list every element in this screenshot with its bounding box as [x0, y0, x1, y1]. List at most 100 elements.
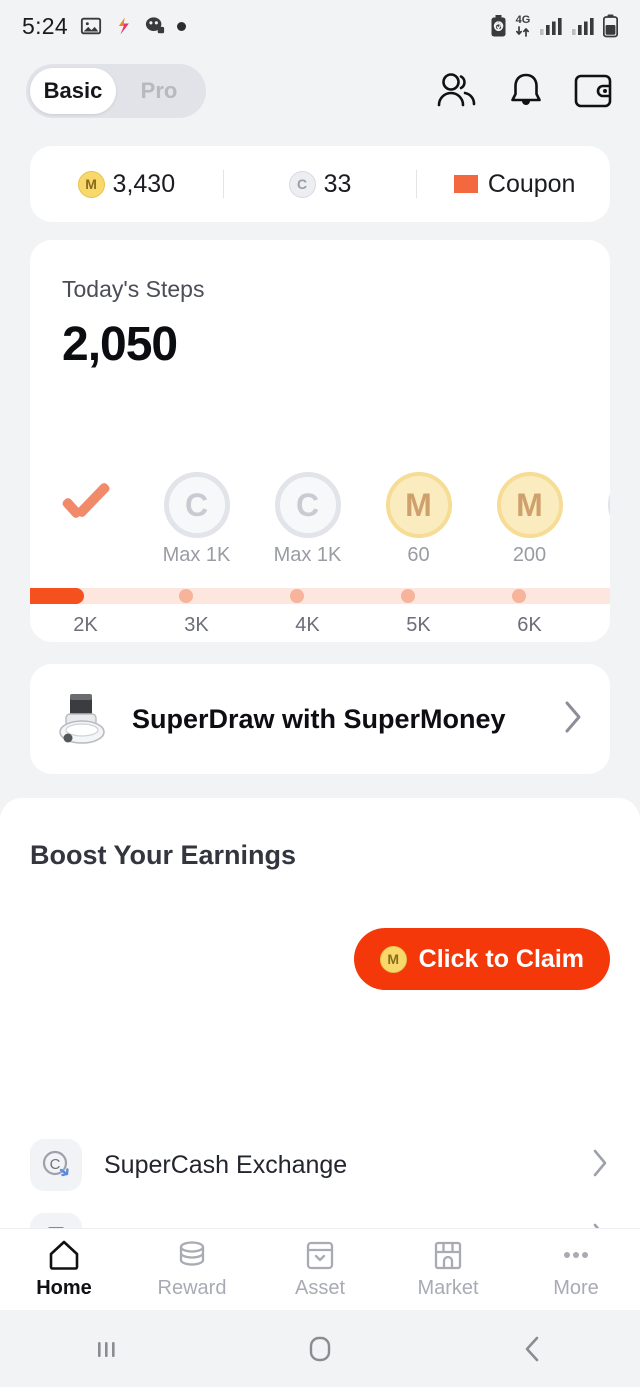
milestone-icon-2: C — [274, 468, 341, 542]
supercash-exchange-icon: C — [30, 1139, 82, 1191]
data-arrows-icon — [515, 26, 530, 37]
status-bar-left-icons — [80, 15, 186, 37]
image-icon — [80, 17, 102, 35]
nav-item-home[interactable]: Home — [0, 1239, 128, 1300]
status-bar: 5:24 4G — [0, 0, 640, 52]
progress-dot-3k — [179, 589, 193, 603]
superdraw-card[interactable]: SuperDraw with SuperMoney — [30, 664, 610, 774]
milestone-item-1[interactable]: C Max 1K — [141, 468, 252, 578]
coins-icon — [179, 1241, 205, 1266]
signal-icon-2 — [572, 18, 594, 35]
arrow-share-icon — [118, 17, 129, 35]
tick-label-4: 6K — [517, 614, 542, 636]
nav-label-market: Market — [417, 1277, 479, 1299]
balance-value-supermoney: 3,430 — [112, 169, 176, 198]
bell-icon[interactable] — [508, 71, 544, 111]
battery-saver-icon — [491, 15, 506, 37]
tick-label-2: 4K — [295, 614, 320, 636]
market-icon — [434, 1241, 462, 1270]
coin-m-gold-icon: M — [496, 472, 563, 538]
status-bar-time: 5:24 — [22, 12, 68, 39]
coin-c-locked-icon: C — [274, 472, 341, 538]
nav-label-home: Home — [36, 1277, 92, 1299]
milestone-icon-5 — [607, 468, 610, 542]
progress-track[interactable] — [30, 588, 610, 604]
home-icon — [49, 1240, 79, 1270]
mode-toggle[interactable]: Basic Pro — [26, 64, 206, 118]
milestone-label-2: Max 1K — [273, 544, 342, 566]
balance-item-coupon[interactable]: Coupon — [417, 170, 610, 199]
balance-item-supermoney[interactable]: M 3,430 — [30, 170, 223, 199]
click-to-claim-button[interactable]: M Click to Claim — [353, 928, 610, 990]
steps-value: 2,050 — [62, 318, 178, 371]
milestone-item-0[interactable] — [30, 468, 141, 578]
balance-value-supercash: 33 — [323, 169, 352, 198]
bottom-navigation: Home Reward Asset Market More — [0, 1228, 640, 1310]
asset-icon — [306, 1241, 334, 1270]
tick-label-0: 2K — [73, 614, 98, 636]
gamepad-chat-icon — [145, 17, 165, 34]
app-screen: 5:24 4G Basic Pro M 3,430 C 33 Coupon To… — [0, 0, 640, 1387]
list-item-supercash-exchange[interactable]: C SuperCash Exchange — [30, 1128, 610, 1202]
milestone-item-4[interactable]: M 200 — [474, 468, 585, 578]
battery-icon — [603, 14, 618, 38]
milestone-icon-1: C — [163, 468, 230, 542]
progress-tick-row: 2K 3K 4K 5K 6K — [30, 614, 610, 637]
coin-m-locked-icon — [607, 472, 610, 538]
milestone-icon-4: M — [496, 468, 563, 542]
app-header: Basic Pro — [0, 52, 640, 130]
coin-m-icon: M — [379, 945, 407, 973]
dot-indicator — [176, 21, 186, 31]
friends-icon[interactable] — [436, 71, 478, 111]
wallet-icon[interactable] — [574, 72, 612, 110]
coin-c-locked-icon: C — [163, 472, 230, 538]
milestone-label-3: 60 — [407, 544, 430, 566]
mobile-data-icon: 4G — [515, 15, 531, 37]
progress-dot-4k — [290, 589, 304, 603]
balance-bar: M 3,430 C 33 Coupon — [30, 146, 610, 222]
chevron-right-icon[interactable] — [562, 700, 584, 739]
nav-item-asset[interactable]: Asset — [256, 1239, 384, 1300]
steps-label: Today's Steps — [62, 276, 205, 302]
toggle-basic[interactable]: Basic — [30, 68, 116, 114]
android-home-button[interactable] — [213, 1333, 426, 1365]
milestone-item-2[interactable]: C Max 1K — [252, 468, 363, 578]
boost-title: Boost Your Earnings — [30, 840, 297, 870]
milestone-row: C Max 1K C Max 1K M 60 M 200 — [30, 468, 610, 578]
steps-progress: 2K 3K 4K 5K 6K — [30, 588, 610, 637]
list-item-label-supercash-exchange: SuperCash Exchange — [104, 1150, 348, 1179]
tick-label-1: 3K — [184, 614, 209, 636]
coupon-icon — [453, 175, 478, 193]
balance-item-supercash[interactable]: C 33 — [224, 170, 417, 199]
milestone-item-3[interactable]: M 60 — [363, 468, 474, 578]
nav-item-reward[interactable]: Reward — [128, 1239, 256, 1300]
balance-label-coupon: Coupon — [487, 169, 576, 198]
android-back-button[interactable] — [427, 1333, 640, 1365]
robot-vacuum-icon — [59, 694, 105, 744]
coin-m-icon: M — [77, 170, 105, 198]
milestone-label-1: Max 1K — [162, 544, 231, 566]
nav-label-more: More — [553, 1277, 599, 1299]
coin-m-gold-icon: M — [385, 472, 452, 538]
svg-text:C: C — [50, 1156, 61, 1173]
signal-icon-1 — [540, 18, 562, 35]
status-bar-right-icons: 4G — [490, 14, 618, 38]
recents-icon — [97, 1341, 115, 1357]
milestone-item-5[interactable]: M — [585, 468, 610, 578]
android-navigation-bar — [0, 1310, 640, 1387]
tick-label-3: 5K — [406, 614, 431, 636]
home-circle-icon — [309, 1336, 331, 1361]
chevron-right-icon[interactable] — [590, 1148, 610, 1183]
nav-item-more[interactable]: More — [512, 1239, 640, 1300]
nav-label-reward: Reward — [157, 1277, 227, 1299]
milestone-icon-0 — [59, 468, 113, 542]
android-recents-button[interactable] — [0, 1334, 213, 1364]
milestone-icon-3: M — [385, 468, 452, 542]
nav-item-market[interactable]: Market — [384, 1239, 512, 1300]
back-icon — [526, 1336, 539, 1361]
toggle-pro[interactable]: Pro — [116, 68, 202, 114]
progress-fill — [30, 588, 84, 604]
superdraw-title: SuperDraw with SuperMoney — [132, 703, 506, 734]
steps-card: Today's Steps 2,050 C Max 1K C Max 1K M … — [30, 240, 610, 642]
progress-dot-6k — [512, 589, 526, 603]
